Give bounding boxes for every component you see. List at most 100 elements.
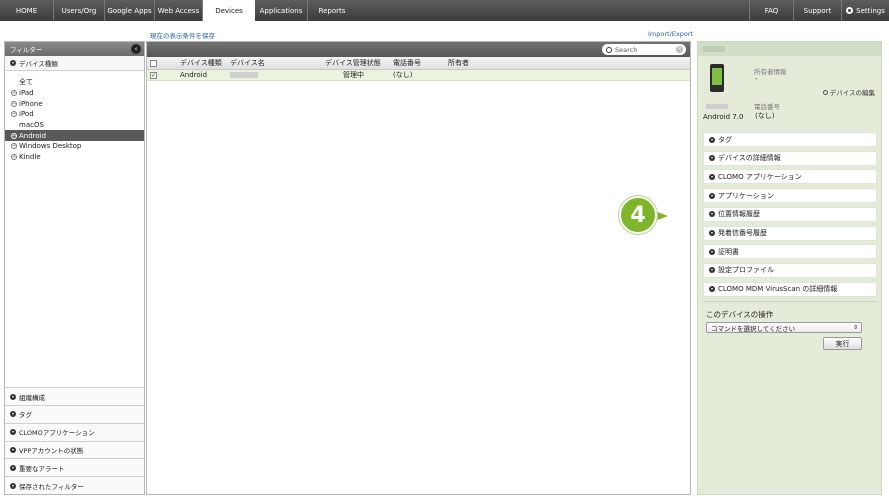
- detail-section-label: アプリケーション: [718, 191, 774, 200]
- expand-icon[interactable]: +: [11, 100, 17, 107]
- detail-section-label: CLOMO アプリケーション: [718, 172, 802, 181]
- detail-section-label: 証明書: [718, 247, 739, 256]
- row-phone: (なし): [393, 71, 413, 79]
- sidebar-section[interactable]: タグ: [5, 405, 144, 423]
- run-button[interactable]: 実行: [823, 337, 862, 350]
- detail-section[interactable]: 設定プロファイル: [703, 262, 877, 278]
- col-device-name[interactable]: デバイス名: [230, 57, 265, 69]
- device-operation-box: このデバイスの操作 コマンドを選択してください ⇕ 実行: [703, 301, 877, 354]
- device-detail-panel: Android 7.0 所有者情報 - デバイスの編集 電話番号 (なし) タグ…: [697, 41, 882, 495]
- device-type-item[interactable]: + Windows Desktop: [5, 141, 144, 152]
- device-type-item[interactable]: + iPod: [5, 109, 144, 120]
- detail-section-label: 位置情報履歴: [718, 210, 760, 219]
- android-device-icon: [710, 64, 724, 92]
- sidebar-section[interactable]: 保存されたフィルター: [5, 476, 144, 494]
- owner-value: -: [755, 75, 758, 83]
- detail-section[interactable]: 証明書: [703, 244, 877, 260]
- detail-section-label: タグ: [718, 135, 732, 144]
- sidebar-section[interactable]: 重要なアラート: [5, 458, 144, 477]
- detail-section[interactable]: CLOMO MDM VirusScan の詳細情報: [703, 281, 877, 297]
- sidebar-section-label: VPPアカウントの状態: [19, 447, 84, 455]
- nav-right: FAQ Support Settings: [749, 0, 889, 21]
- chevron-down-icon: [10, 429, 16, 436]
- chevron-down-icon: [709, 267, 715, 274]
- detail-section[interactable]: アプリケーション: [703, 188, 877, 204]
- nav-tab-web-access[interactable]: Web Access: [155, 0, 203, 21]
- device-list-panel: Search × デバイス種類 デバイス名 デバイス管理状態 電話番号 所有者 …: [146, 41, 691, 495]
- device-type-label: Windows Desktop: [19, 142, 82, 151]
- phone-label: 電話番号: [754, 103, 780, 111]
- expand-icon[interactable]: +: [11, 143, 17, 150]
- device-type-section[interactable]: デバイス種類: [5, 56, 144, 71]
- device-type-item[interactable]: + Kindle: [5, 152, 144, 163]
- col-phone[interactable]: 電話番号: [393, 57, 421, 69]
- col-owner[interactable]: 所有者: [448, 57, 469, 69]
- detail-section[interactable]: 発着信番号履歴: [703, 225, 877, 241]
- chevron-down-icon: [10, 393, 16, 400]
- clear-icon[interactable]: ×: [676, 46, 683, 53]
- nav-tab-applications[interactable]: Applications: [255, 0, 308, 21]
- sidebar-section-label: 保存されたフィルター: [19, 482, 84, 491]
- detail-section[interactable]: 位置情報履歴: [703, 206, 877, 222]
- col-management-status[interactable]: デバイス管理状態: [325, 57, 381, 69]
- detail-section-label: CLOMO MDM VirusScan の詳細情報: [718, 285, 838, 294]
- detail-section-label: デバイスの詳細情報: [718, 154, 781, 163]
- collapse-icon[interactable]: ‹: [131, 44, 141, 54]
- step-badge: 4: [619, 196, 657, 234]
- device-type-label: iPod: [19, 110, 34, 119]
- sidebar-section[interactable]: CLOMOアプリケーション: [5, 422, 144, 441]
- nav-tab-users-org[interactable]: Users/Org: [54, 0, 105, 21]
- nav-tab-reports[interactable]: Reports: [308, 0, 356, 21]
- device-label-redacted: [706, 104, 728, 109]
- device-type-label: Android: [19, 131, 47, 140]
- nav-tab-home[interactable]: HOME: [0, 0, 54, 21]
- chevron-down-icon: [10, 447, 16, 453]
- device-type-item[interactable]: + iPad: [5, 88, 144, 99]
- device-type-item[interactable]: 全て: [5, 77, 144, 88]
- owner-label: 所有者情報: [754, 68, 787, 76]
- chevron-down-icon: [709, 136, 715, 143]
- nav-tab-devices[interactable]: Devices: [203, 0, 255, 21]
- import-export-link[interactable]: Import/Export: [648, 30, 693, 38]
- expand-icon[interactable]: +: [11, 90, 17, 97]
- chevron-down-icon: [10, 464, 16, 471]
- select-all-checkbox[interactable]: [150, 59, 157, 67]
- device-type-item[interactable]: + iPhone: [5, 98, 144, 109]
- nav-support[interactable]: Support: [793, 0, 841, 21]
- chevron-down-icon: [10, 411, 16, 418]
- sidebar-section-label: 重要なアラート: [19, 464, 65, 473]
- search-icon: [606, 46, 612, 53]
- chevron-down-icon: [709, 248, 715, 255]
- expand-icon[interactable]: +: [11, 132, 17, 139]
- sidebar-section[interactable]: VPPアカウントの状態: [5, 440, 144, 459]
- col-device-type[interactable]: デバイス種類: [180, 57, 222, 69]
- detail-section[interactable]: デバイスの詳細情報: [703, 150, 877, 166]
- device-type-item[interactable]: macOS: [5, 120, 144, 131]
- command-select-value: コマンドを選択してください: [711, 324, 796, 333]
- table-header: デバイス種類 デバイス名 デバイス管理状態 電話番号 所有者: [147, 57, 690, 70]
- nav-settings[interactable]: Settings: [841, 0, 889, 21]
- search-input[interactable]: Search ×: [602, 44, 686, 55]
- detail-section[interactable]: CLOMO アプリケーション: [703, 169, 877, 185]
- edit-device-link[interactable]: デバイスの編集: [822, 87, 875, 97]
- command-select[interactable]: コマンドを選択してください ⇕: [706, 322, 862, 333]
- chevron-down-icon: [709, 155, 715, 162]
- filter-sidebar: フィルター ‹ デバイス種類 全て + iPad + iPhone + iPod macOS +…: [4, 41, 145, 495]
- chevron-down-icon: [709, 211, 715, 218]
- row-checkbox[interactable]: ✓: [150, 71, 157, 79]
- os-version: Android 7.0: [703, 113, 744, 121]
- chevron-down-icon: [709, 173, 715, 180]
- filter-title: フィルター: [10, 46, 43, 54]
- sidebar-section[interactable]: 組織構成: [5, 387, 144, 406]
- nav-tab-google-apps[interactable]: Google Apps: [105, 0, 155, 21]
- row-device-name-redacted: [230, 72, 258, 78]
- table-row[interactable]: ✓ Android 管理中 (なし): [147, 70, 690, 81]
- detail-section-label: 発着信番号履歴: [718, 229, 767, 237]
- expand-icon[interactable]: +: [11, 154, 17, 161]
- row-status: 管理中: [343, 71, 364, 79]
- nav-faq[interactable]: FAQ: [749, 0, 793, 21]
- expand-icon[interactable]: +: [11, 111, 17, 118]
- detail-section[interactable]: タグ: [703, 132, 877, 147]
- save-filter-link[interactable]: 現在の表示条件を保存: [150, 30, 215, 40]
- device-type-item[interactable]: + Android: [5, 130, 144, 142]
